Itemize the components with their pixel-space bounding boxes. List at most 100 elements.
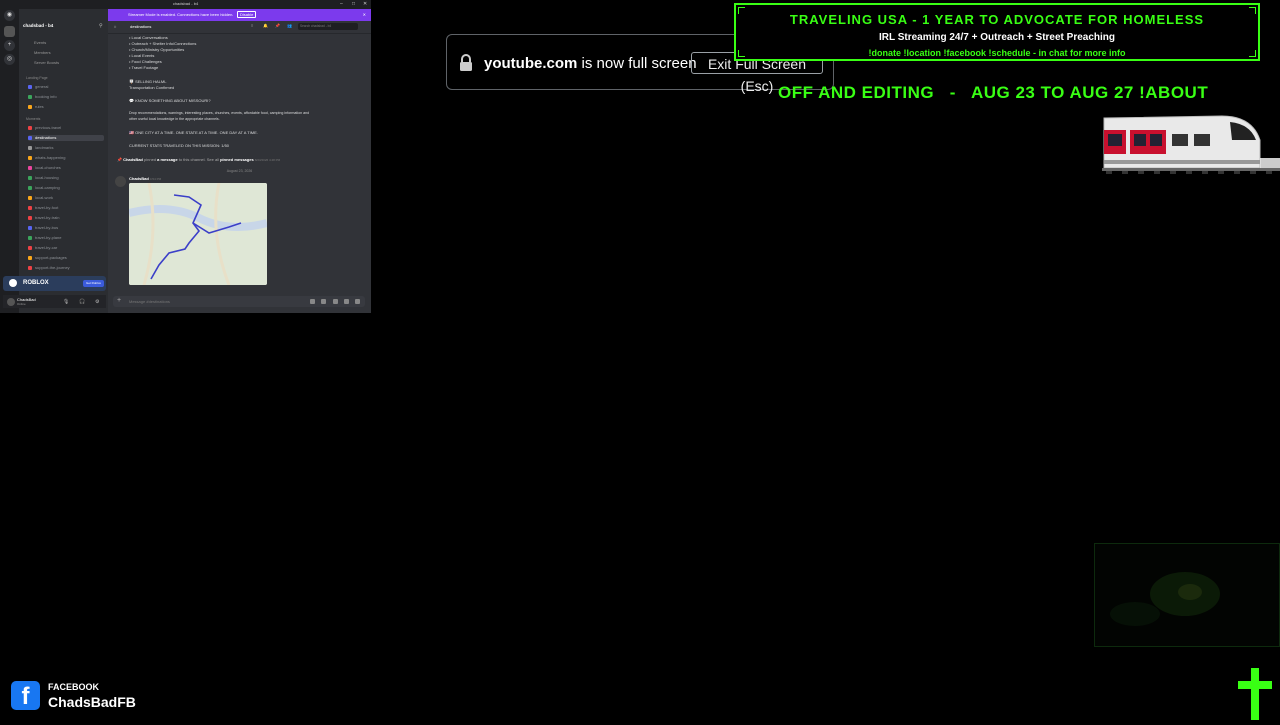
mic-icon[interactable]: 🎙 <box>63 299 69 305</box>
message-line: • Local Events <box>129 53 155 58</box>
gif-icon[interactable] <box>321 299 326 304</box>
apps-icon[interactable] <box>355 299 360 304</box>
site-domain: youtube.com <box>484 55 578 72</box>
add-attachment-icon[interactable]: + <box>117 297 121 304</box>
emoji-icon[interactable] <box>344 299 349 304</box>
hash-icon: # <box>114 24 117 29</box>
channel-icon <box>28 94 32 99</box>
message-author[interactable]: ChadsBad 4:54 PM <box>129 176 161 181</box>
roblox-logo-icon <box>9 279 17 287</box>
window-title: chadsbad - b4 <box>172 1 199 6</box>
disable-button[interactable]: Disable <box>237 11 257 18</box>
message-line: 💬 KNOW SOMETHING ABOUT MISSOURI? <box>129 98 211 103</box>
channel-item[interactable]: support-the-journey <box>28 265 104 271</box>
search-input[interactable]: Search chadsbad - b4 <box>298 23 358 30</box>
message-line: Drop recommendations, warnings, interest… <box>129 111 310 115</box>
pinned-messages-link[interactable]: pinned messages <box>220 157 254 162</box>
channel-item[interactable]: previous-travel <box>28 125 104 131</box>
guild-name[interactable]: chadsbad - b4 <box>23 23 53 28</box>
notice-text: Streamer Mode is enabled. Connections ha… <box>128 12 234 17</box>
channel-item[interactable]: travel-by-train <box>28 215 104 221</box>
channel-item[interactable]: rules <box>28 104 104 110</box>
banner-subtitle: IRL Streaming 24/7 + Outreach + Street P… <box>878 32 1115 43</box>
user-status: Online <box>17 302 26 306</box>
message-line: • Outreach + Shelter Info/Connections <box>129 41 197 46</box>
close-icon[interactable]: ✕ <box>363 1 367 7</box>
nav-server-boosts[interactable]: Server Boosts <box>34 60 59 65</box>
message-placeholder: Message #destinations <box>129 299 170 304</box>
channel-item[interactable]: landmarks <box>28 145 104 151</box>
channel-item[interactable]: travel-by-car <box>28 245 104 251</box>
facebook-label: FACEBOOK <box>48 682 100 692</box>
members-icon[interactable]: 👥 <box>287 23 292 28</box>
streamer-mode-notice: Streamer Mode is enabled. Connections ha… <box>108 9 371 21</box>
message-line: CURRENT STATS TRAVELED ON THIS MISSION: … <box>129 143 230 148</box>
avatar[interactable] <box>115 176 126 187</box>
message-line: 🪧 SELLING HALML <box>129 79 167 84</box>
message-line: • Church/Ministry Opportunities <box>129 47 185 52</box>
channel-item[interactable]: local-housing <box>28 175 104 181</box>
bell-icon[interactable]: 🔔 <box>263 23 268 28</box>
message-input[interactable]: + Message #destinations <box>113 296 365 307</box>
webcam-feed <box>1094 543 1280 647</box>
cross-icon <box>1238 668 1272 720</box>
title-bar: chadsbad - b4 – □ ✕ <box>0 0 371 9</box>
message-line: Transportation Confirmed <box>129 85 175 90</box>
minimize-icon[interactable]: – <box>340 1 343 7</box>
explore-icon[interactable]: ◎ <box>4 54 15 65</box>
lock-icon <box>459 54 473 77</box>
category-landing[interactable]: Landing Page <box>26 76 48 80</box>
channel-item[interactable]: support-packages <box>28 255 104 261</box>
avatar[interactable] <box>7 298 15 306</box>
pinned-message-link[interactable]: a message <box>157 157 177 162</box>
maximize-icon[interactable]: □ <box>352 1 355 7</box>
server-icon[interactable] <box>4 26 15 37</box>
fullscreen-message: youtube.com is now full screen <box>484 55 697 72</box>
category-moments[interactable]: Moments <box>26 117 40 121</box>
channel-icon <box>28 104 32 109</box>
activity-name: ROBLOX <box>23 280 49 286</box>
gift-icon[interactable] <box>310 299 315 304</box>
sticker-icon[interactable] <box>333 299 338 304</box>
train-icon <box>1102 110 1280 176</box>
channel-item[interactable]: local-work <box>28 195 104 201</box>
message-line: • Local Conversations <box>129 35 168 40</box>
facebook-name: ChadsBadFB <box>48 694 136 710</box>
stream-status: OFF AND EDITING - AUG 23 TO AUG 27 !ABOU… <box>778 83 1209 102</box>
message-line: • Travel Footage <box>129 65 159 70</box>
gear-icon[interactable]: ⚙ <box>95 299 99 305</box>
banner-commands: !donate !location !facebook !schedule - … <box>868 48 1126 58</box>
message-line: other useful local knowledge in the appr… <box>129 117 220 121</box>
channel-item[interactable]: travel-by-bus <box>28 225 104 231</box>
channel-item[interactable]: local-camping <box>28 185 104 191</box>
threads-icon[interactable]: ≡ <box>251 23 253 28</box>
channel-item[interactable]: travel-by-plane <box>28 235 104 241</box>
get-roblox-button[interactable]: Get Roblox <box>83 280 104 287</box>
activity-card[interactable]: ROBLOX Get Roblox <box>3 276 106 291</box>
stream-banner: TRAVELING USA - 1 YEAR TO ADVOCATE FOR H… <box>734 3 1260 61</box>
user-panel: ChadsBad Online 🎙 🎧 ⚙ <box>3 295 106 308</box>
channel-header: # destinations ≡ 🔔 📌 👥 Search chadsbad -… <box>108 21 371 34</box>
headphones-icon[interactable]: 🎧 <box>79 299 85 305</box>
channel-item[interactable]: whats-happening <box>28 155 104 161</box>
message-line: 🇺🇸 ONE CITY AT A TIME. ONE STATE AT A TI… <box>129 130 258 135</box>
nav-events[interactable]: Events <box>34 40 46 45</box>
invite-icon[interactable]: ⚲ <box>99 23 103 29</box>
map-image[interactable] <box>129 183 267 285</box>
banner-title: TRAVELING USA - 1 YEAR TO ADVOCATE FOR H… <box>789 12 1205 27</box>
channel-item[interactable]: travel-by-foot <box>28 205 104 211</box>
pin-notice: 📌 ChadsBad pinned a message to this chan… <box>117 157 281 162</box>
nav-members[interactable]: Members <box>34 50 51 55</box>
channel-item[interactable]: booking info <box>28 94 104 100</box>
channel-item-active[interactable]: destinations <box>28 135 104 141</box>
message-line: • Food Challenges <box>129 59 162 64</box>
discord-window: chadsbad - b4 – □ ✕ ◉ + ◎ chadsbad - b4 … <box>0 0 371 313</box>
close-icon[interactable]: ✕ <box>363 12 366 17</box>
pin-icon[interactable]: 📌 <box>275 23 280 28</box>
date-divider: August 23, 2026 <box>226 169 253 173</box>
channel-icon <box>28 84 32 89</box>
channel-item[interactable]: general <box>28 84 104 90</box>
channel-item[interactable]: local-churches <box>28 165 104 171</box>
discord-home-icon[interactable]: ◉ <box>4 10 15 21</box>
add-server-icon[interactable]: + <box>4 40 15 51</box>
